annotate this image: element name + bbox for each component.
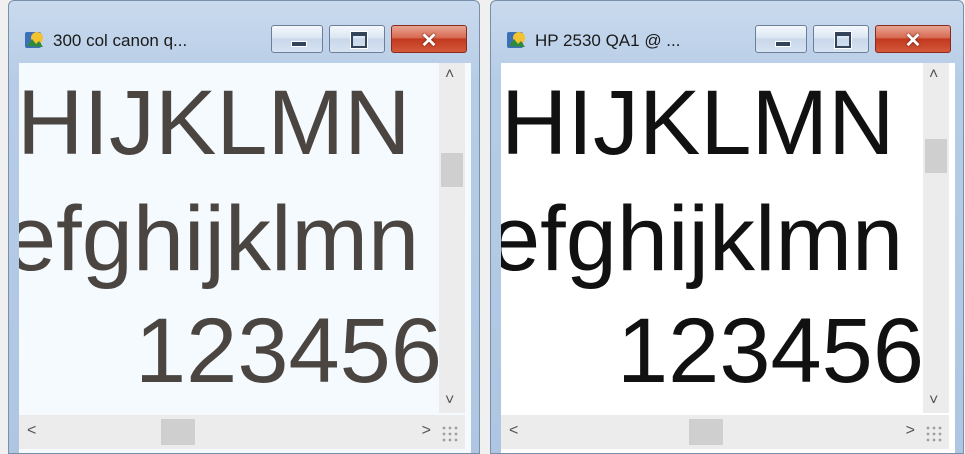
close-icon: ✕: [904, 30, 922, 52]
resize-grip-icon[interactable]: [925, 425, 943, 443]
vertical-scrollbar[interactable]: ˄ ˅: [439, 63, 465, 413]
text-line-lowercase: efghijklmn: [501, 188, 904, 290]
preview-area: HIJKLMN efghijklmn 123456 ˄ ˅ < >: [19, 63, 471, 453]
close-button[interactable]: ✕: [875, 25, 951, 53]
vertical-scrollbar[interactable]: ˄ ˅: [923, 63, 949, 413]
minimize-icon: [775, 41, 791, 47]
app-icon: [25, 32, 43, 48]
close-button[interactable]: ✕: [391, 25, 467, 53]
window-title: 300 col canon q...: [53, 31, 188, 50]
text-line-lowercase: efghijklmn: [19, 188, 420, 290]
scroll-right-icon[interactable]: >: [422, 423, 431, 439]
maximize-button[interactable]: [813, 25, 869, 53]
preview-content: HIJKLMN efghijklmn 123456: [19, 63, 439, 413]
close-icon: ✕: [420, 30, 438, 52]
scroll-up-icon[interactable]: ˄: [929, 67, 938, 83]
app-icon: [507, 32, 525, 48]
title-bar[interactable]: HP 2530 QA1 @ ... ✕: [491, 1, 963, 59]
viewer-window-left: 300 col canon q... ✕ HIJKLMN efghijklmn …: [8, 0, 480, 454]
preview-area: HIJKLMN efghijklmn 123456 ˄ ˅ < >: [501, 63, 955, 453]
scroll-left-icon[interactable]: <: [27, 423, 36, 439]
minimize-button[interactable]: [271, 25, 323, 53]
minimize-button[interactable]: [755, 25, 807, 53]
text-line-uppercase: HIJKLMN: [19, 72, 411, 174]
vertical-scroll-thumb[interactable]: [925, 139, 947, 173]
scroll-down-icon[interactable]: ˅: [929, 393, 938, 409]
preview-content: HIJKLMN efghijklmn 123456: [501, 63, 923, 413]
maximize-icon: [350, 31, 368, 49]
text-line-digits: 123456: [135, 300, 439, 402]
viewer-window-right: HP 2530 QA1 @ ... ✕ HIJKLMN efghijklmn 1…: [490, 0, 964, 454]
horizontal-scrollbar[interactable]: < >: [501, 415, 949, 449]
vertical-scroll-thumb[interactable]: [441, 153, 463, 187]
scroll-left-icon[interactable]: <: [509, 423, 518, 439]
scroll-right-icon[interactable]: >: [906, 423, 915, 439]
resize-grip-icon[interactable]: [441, 425, 459, 443]
title-bar[interactable]: 300 col canon q... ✕: [9, 1, 479, 59]
maximize-icon: [834, 31, 852, 49]
horizontal-scroll-thumb[interactable]: [161, 419, 195, 445]
text-line-uppercase: HIJKLMN: [501, 72, 895, 174]
horizontal-scrollbar[interactable]: < >: [19, 415, 465, 449]
maximize-button[interactable]: [329, 25, 385, 53]
horizontal-scroll-thumb[interactable]: [689, 419, 723, 445]
scroll-down-icon[interactable]: ˅: [445, 393, 454, 409]
minimize-icon: [291, 41, 307, 47]
text-line-digits: 123456: [617, 300, 923, 402]
window-title: HP 2530 QA1 @ ...: [535, 31, 681, 50]
scroll-up-icon[interactable]: ˄: [445, 67, 454, 83]
